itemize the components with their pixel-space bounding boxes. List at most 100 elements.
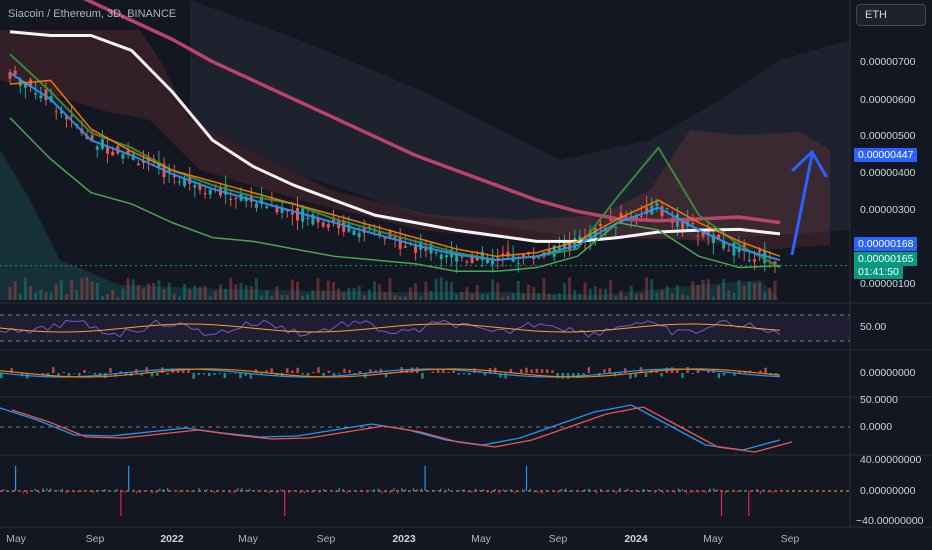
volume-bar <box>465 287 469 300</box>
volume-bar <box>640 293 644 300</box>
macd-histogram-bar <box>717 373 721 379</box>
candle-body <box>614 226 618 228</box>
volume-bar <box>655 292 659 300</box>
chart-canvas[interactable] <box>0 0 932 550</box>
time-tick: May <box>703 533 723 545</box>
volume-bar <box>516 280 520 300</box>
osc-upper-label: 50.0000 <box>860 394 898 406</box>
volume-bar <box>521 293 525 300</box>
macd-histogram-bar <box>530 369 533 373</box>
volume-bar <box>249 286 253 300</box>
macd-histogram-bar <box>561 373 565 379</box>
macd-histogram-bar <box>551 370 554 373</box>
macd-histogram-bar <box>644 373 648 378</box>
volume-bar <box>219 284 223 300</box>
volume-bar <box>706 279 710 300</box>
currency-button[interactable]: ETH <box>856 4 926 26</box>
candle-body <box>465 261 469 263</box>
candle-body <box>665 207 669 209</box>
volume-bar <box>157 280 161 300</box>
candle-body <box>403 246 407 248</box>
time-tick: 2022 <box>160 533 184 545</box>
macd-histogram-bar <box>192 373 195 379</box>
volume-bar <box>598 288 602 300</box>
volume-bar <box>306 294 310 300</box>
volume-bar <box>265 289 269 300</box>
volume-bar <box>768 287 772 300</box>
volume-bar <box>44 292 48 300</box>
candle-body <box>516 263 520 265</box>
candle-body <box>640 215 644 217</box>
volume-bar <box>244 285 248 300</box>
volume-bar <box>342 292 346 300</box>
volume-bar <box>106 294 110 300</box>
volume-bar <box>177 296 181 300</box>
volume-bar <box>614 296 618 300</box>
volume-bar <box>645 277 649 300</box>
volume-bar <box>419 296 423 300</box>
candle-body <box>414 245 418 253</box>
volume-bar <box>296 281 300 300</box>
candle-body <box>732 242 736 256</box>
macd-histogram-bar <box>436 369 440 373</box>
candle-body <box>439 254 443 260</box>
volume-bar <box>496 282 500 300</box>
volume-bar <box>542 278 546 300</box>
volume-bar <box>254 278 258 300</box>
macd-histogram-bar <box>358 370 362 373</box>
volume-bar <box>681 294 685 300</box>
candle-body <box>306 217 310 219</box>
volume-bar <box>568 277 572 300</box>
volume-bar <box>198 286 202 300</box>
volume-bar <box>49 292 53 300</box>
time-tick: Sep <box>780 533 800 545</box>
macd-histogram-bar <box>421 373 424 379</box>
candle-body <box>444 255 448 258</box>
price-tick: 0.00000100 <box>860 278 916 290</box>
volume-bar <box>347 287 351 300</box>
macd-histogram-bar <box>187 370 190 373</box>
macd-histogram-bar <box>457 373 461 375</box>
volume-bar <box>619 290 623 300</box>
candle-body <box>573 238 577 250</box>
volume-bar <box>552 294 556 300</box>
volume-bar <box>593 286 597 300</box>
macd-histogram-bar <box>546 369 549 373</box>
volume-bar <box>311 290 315 300</box>
macd-histogram-bar <box>156 373 159 376</box>
volume-bar <box>675 284 679 300</box>
volume-bar <box>188 289 192 300</box>
volume-bar <box>434 278 438 300</box>
volume-bar <box>537 293 541 300</box>
macd-histogram-bar <box>166 373 169 375</box>
macd-histogram-bar <box>582 373 585 376</box>
volume-bar <box>357 286 361 300</box>
macd-histogram-bar <box>88 372 91 373</box>
volume-bar <box>701 279 705 300</box>
volume-bar <box>100 296 104 300</box>
volume-bar <box>752 283 756 300</box>
macd-histogram-bar <box>223 373 227 379</box>
volume-bar <box>747 281 751 300</box>
volume-bar <box>80 277 84 300</box>
candle-body <box>326 224 330 228</box>
candle-body <box>434 252 438 254</box>
volume-bar <box>8 286 12 300</box>
macd-histogram-bar <box>301 373 305 375</box>
volume-bar <box>229 277 233 300</box>
rsi-pane <box>0 314 850 342</box>
macd-histogram-bar <box>447 372 450 373</box>
candle-body <box>357 232 361 238</box>
volume-bar <box>224 288 228 300</box>
volume-bar <box>331 282 335 300</box>
candle-body <box>136 163 140 166</box>
macd-histogram-bar <box>93 373 97 375</box>
volume-bar <box>773 280 777 300</box>
macd-histogram-bar <box>286 368 289 373</box>
candle-body <box>95 146 99 150</box>
volume-bar <box>213 291 217 300</box>
spike-lower-label: −40.00000000 <box>856 515 924 527</box>
macd-histogram-bar <box>109 368 112 373</box>
macd-histogram-bar <box>62 371 65 373</box>
volume-bar <box>501 296 505 300</box>
